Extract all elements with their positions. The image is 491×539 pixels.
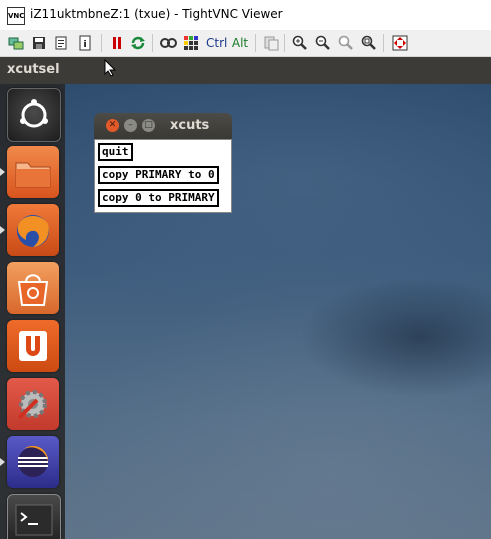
window-title: iZ11uktmbneZ:1 (txue) - TightVNC Viewer [30, 7, 283, 21]
eclipse-icon[interactable] [7, 436, 59, 488]
new-connection-icon[interactable] [7, 34, 25, 52]
vnc-app-icon: VNC [7, 7, 25, 25]
connection-info-icon[interactable]: i [76, 34, 94, 52]
unity-launcher [0, 84, 65, 539]
refresh-icon[interactable] [129, 34, 147, 52]
window-titlebar: VNC iZ11uktmbneZ:1 (txue) - TightVNC Vie… [0, 0, 491, 31]
toolbar-separator [284, 34, 285, 52]
maximize-icon[interactable]: □ [142, 119, 155, 132]
xcutsel-body: quit copy PRIMARY to 0 copy 0 to PRIMARY [94, 139, 232, 213]
mouse-cursor-icon [104, 59, 116, 77]
zoom-in-icon[interactable] [291, 34, 309, 52]
xcutsel-window-title: xcuts [170, 118, 210, 133]
zoom-fit-icon[interactable] [360, 34, 378, 52]
pause-icon[interactable] [108, 34, 126, 52]
toolbar-separator [101, 34, 102, 52]
minimize-icon[interactable]: – [124, 119, 137, 132]
files-icon[interactable] [7, 146, 59, 198]
toolbar-separator [255, 34, 256, 52]
options-icon[interactable] [52, 34, 70, 52]
close-icon[interactable]: ✕ [106, 119, 119, 132]
firefox-icon[interactable] [7, 204, 59, 256]
copy-0-to-primary-button[interactable]: copy 0 to PRIMARY [98, 189, 219, 207]
toolbar-separator [152, 34, 153, 52]
ctrl-alt-del-icon[interactable] [160, 34, 178, 52]
ubuntu-software-center-icon[interactable] [7, 262, 59, 314]
remote-desktop[interactable]: xcutsel ✕ – □ xcuts quit copy PRIMARY to… [0, 57, 491, 539]
ctrl-esc-icon[interactable] [182, 34, 200, 52]
terminal-icon[interactable] [7, 494, 61, 539]
zoom-out-icon[interactable] [314, 34, 332, 52]
ctrl-key-button[interactable]: Ctrl [206, 34, 227, 52]
top-panel: xcutsel [0, 57, 491, 84]
ubuntu-one-icon[interactable] [7, 320, 59, 372]
copy-primary-to-0-button[interactable]: copy PRIMARY to 0 [98, 166, 219, 184]
clipboard-icon[interactable] [262, 34, 280, 52]
vnc-toolbar: i Ctrl Alt [0, 30, 491, 57]
alt-key-button[interactable]: Alt [231, 34, 249, 52]
zoom-100-icon[interactable] [337, 34, 355, 52]
toolbar-separator [383, 34, 384, 52]
xcutsel-window: ✕ – □ xcuts quit copy PRIMARY to 0 copy … [94, 113, 232, 213]
svg-text:i: i [83, 40, 86, 50]
fullscreen-icon[interactable] [391, 34, 409, 52]
running-indicator [0, 168, 5, 176]
panel-app-title: xcutsel [7, 62, 60, 77]
save-icon[interactable] [30, 34, 48, 52]
running-indicator [0, 458, 5, 466]
dash-home-icon[interactable] [7, 88, 61, 142]
quit-button[interactable]: quit [98, 143, 133, 161]
xcutsel-titlebar: ✕ – □ xcuts [94, 113, 232, 139]
system-settings-icon[interactable] [7, 378, 59, 430]
running-indicator [0, 226, 5, 234]
